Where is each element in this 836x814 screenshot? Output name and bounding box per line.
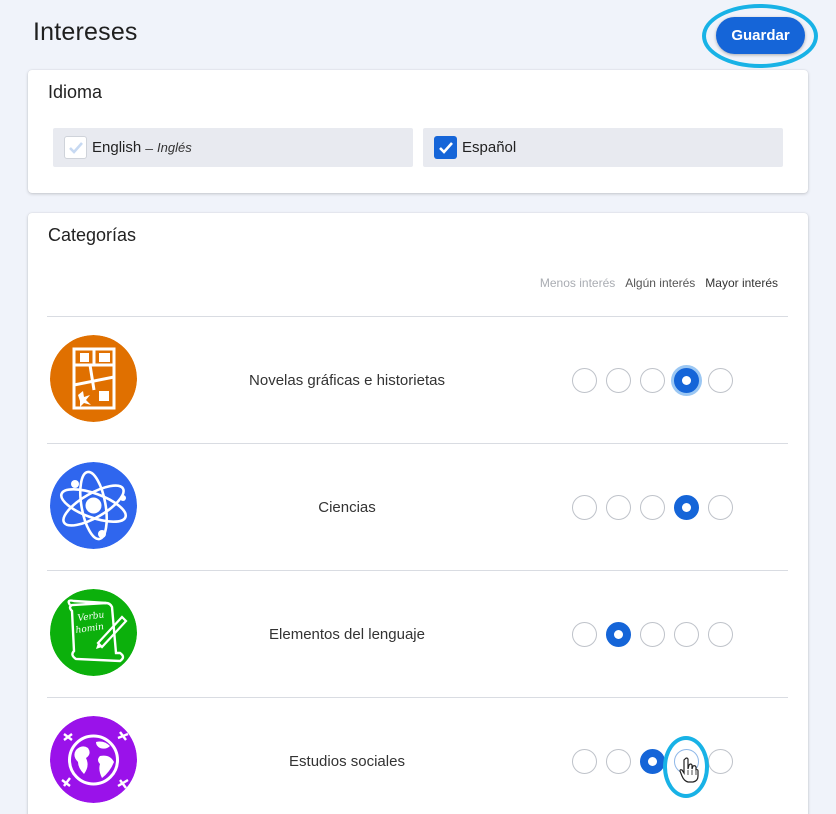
language-title: Idioma: [48, 82, 103, 102]
category-label: Estudios sociales: [289, 753, 405, 770]
rating-radio-2[interactable]: [606, 749, 631, 774]
rating-radio-1[interactable]: [572, 368, 597, 393]
rating-radio-3[interactable]: [640, 495, 665, 520]
language-option-spanish[interactable]: Español: [423, 128, 783, 167]
rating-radio-1[interactable]: [572, 749, 597, 774]
comic-panels-icon: [50, 335, 137, 422]
language-card: Idioma English – Inglés Español: [28, 70, 808, 193]
hand-cursor-icon: [679, 757, 699, 783]
globe-icon: [50, 716, 137, 803]
category-row-language-elements: Verbu homin Elementos del lenguaje: [47, 570, 788, 697]
interest-rating: [572, 495, 733, 520]
category-label: Elementos del lenguaje: [269, 626, 425, 643]
rating-radio-3[interactable]: [640, 622, 665, 647]
rating-radio-1[interactable]: [572, 622, 597, 647]
category-row-graphic-novels: Novelas gráficas e historietas: [47, 316, 788, 443]
language-option-english[interactable]: English – Inglés: [53, 128, 413, 167]
rating-radio-2[interactable]: [606, 622, 631, 647]
atom-icon: [50, 462, 137, 549]
checkbox-spanish[interactable]: [434, 136, 457, 159]
interest-scale-labels: Menos interés Algún interés Mayor interé…: [540, 276, 778, 290]
category-label: Ciencias: [318, 499, 376, 516]
language-separator: –: [145, 139, 153, 156]
check-icon: [438, 141, 453, 154]
scale-label-low: Menos interés: [539, 276, 616, 290]
rating-radio-5[interactable]: [708, 749, 733, 774]
categories-card: Categorías Menos interés Algún interés M…: [28, 213, 808, 814]
rating-radio-3[interactable]: [640, 749, 665, 774]
scale-label-mid: Algún interés: [625, 276, 696, 290]
language-native-english: Inglés: [157, 140, 192, 155]
rating-radio-4[interactable]: [674, 495, 699, 520]
check-icon: [68, 141, 83, 154]
interest-rating: [572, 368, 733, 393]
page-title: Intereses: [33, 18, 138, 46]
scroll-quill-icon: Verbu homin: [50, 589, 137, 676]
rating-radio-5[interactable]: [708, 495, 733, 520]
category-row-sciences: Ciencias: [47, 443, 788, 570]
rating-radio-2[interactable]: [606, 495, 631, 520]
rating-radio-5[interactable]: [708, 368, 733, 393]
rating-radio-4[interactable]: [674, 368, 699, 393]
save-button[interactable]: Guardar: [716, 17, 805, 54]
category-label: Novelas gráficas e historietas: [249, 372, 445, 389]
interest-rating: [572, 622, 733, 647]
scale-label-high: Mayor interés: [705, 276, 778, 290]
language-label-english: English: [92, 139, 142, 156]
rating-radio-5[interactable]: [708, 622, 733, 647]
categories-title: Categorías: [48, 225, 137, 245]
rating-radio-3[interactable]: [640, 368, 665, 393]
rating-radio-4[interactable]: [674, 622, 699, 647]
rating-radio-2[interactable]: [606, 368, 631, 393]
language-label-spanish: Español: [462, 139, 517, 156]
checkbox-english[interactable]: [64, 136, 87, 159]
rating-radio-1[interactable]: [572, 495, 597, 520]
